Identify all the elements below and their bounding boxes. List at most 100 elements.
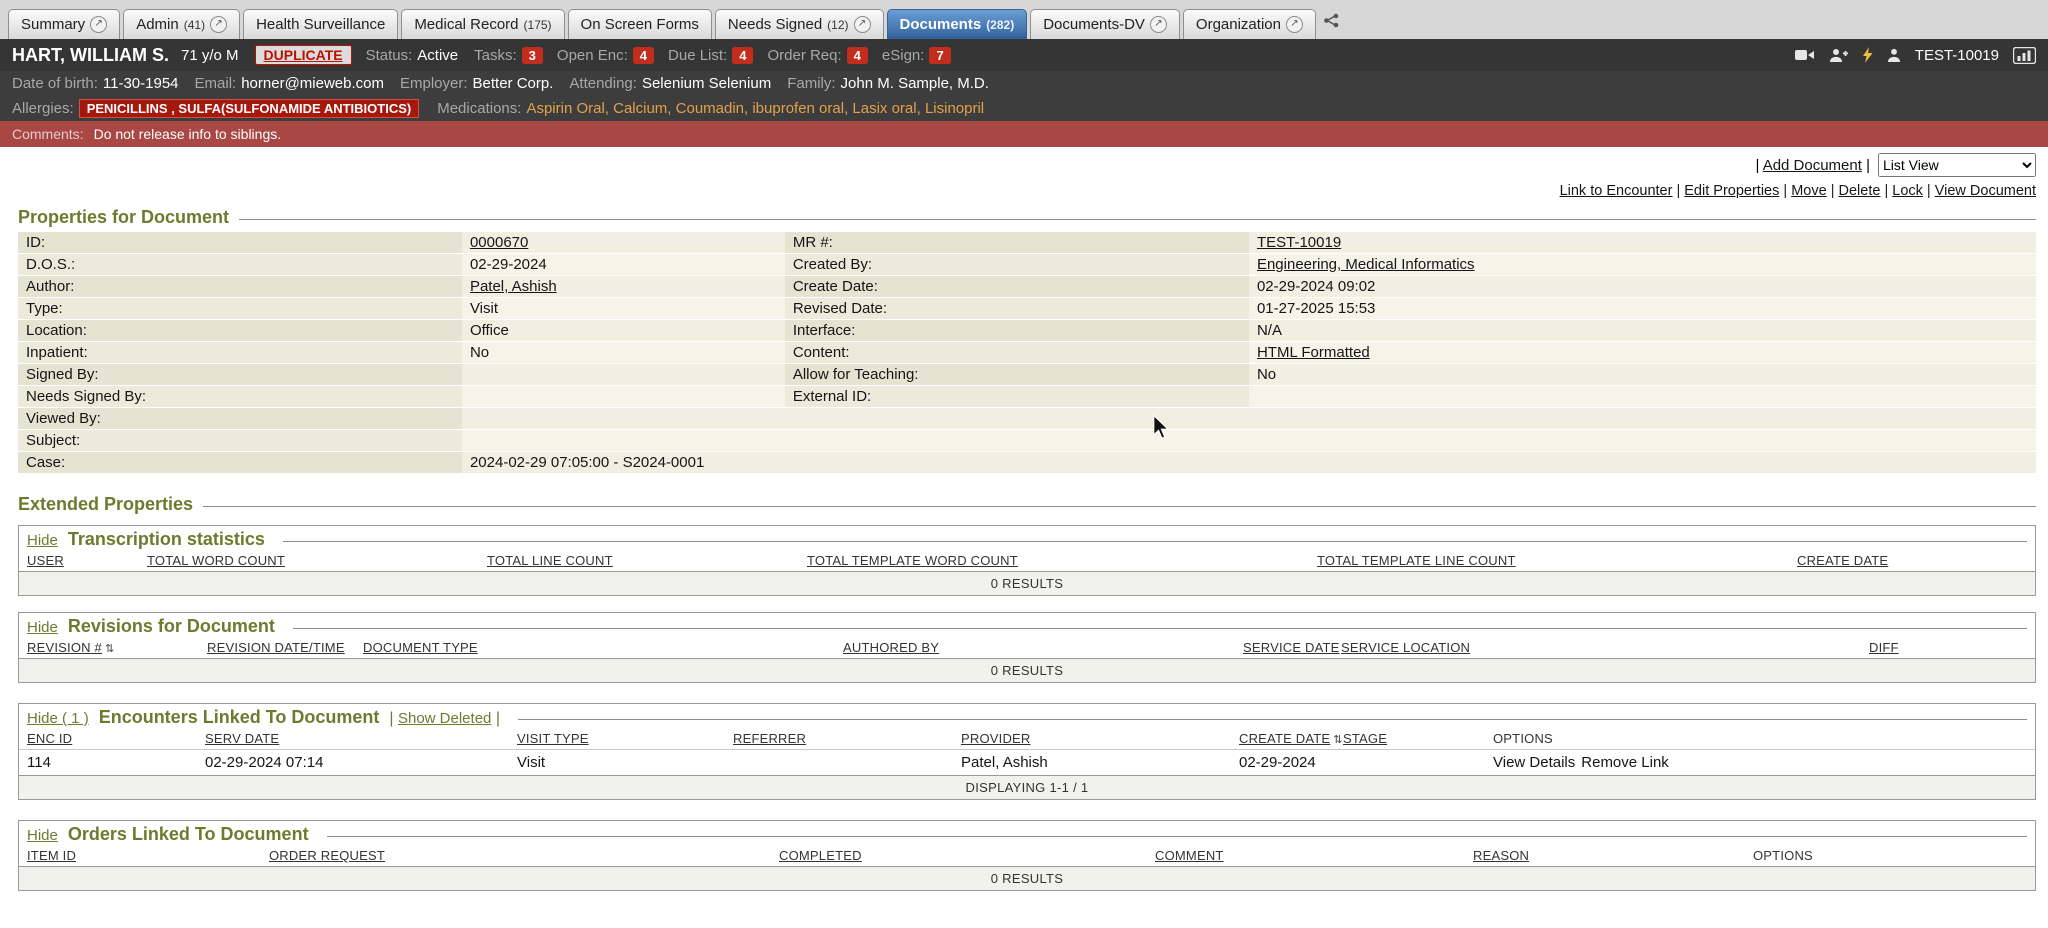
- prop-label: Create Date:: [785, 276, 1249, 297]
- allergy-chip[interactable]: PENICILLINS , SULFA(SULFONAMIDE ANTIBIOT…: [79, 99, 420, 118]
- col-header-referrer[interactable]: REFERRER: [733, 731, 961, 746]
- prop-value: No: [1249, 364, 2036, 385]
- hide-encounters-link[interactable]: Hide ( 1 ): [27, 710, 89, 727]
- col-header-revision-datetime[interactable]: REVISION DATE/TIME: [207, 640, 363, 655]
- col-header-create-date[interactable]: CREATE DATE⇅: [1239, 731, 1343, 746]
- duplicate-badge[interactable]: DUPLICATE: [255, 45, 352, 65]
- encounter-row[interactable]: 114 02-29-2024 07:14 Visit Patel, Ashish…: [19, 749, 2035, 775]
- tab-count: (12): [827, 18, 848, 32]
- open-enc-count-badge[interactable]: 4: [633, 47, 654, 64]
- col-header-reason[interactable]: REASON: [1473, 848, 1753, 863]
- esign-count-badge[interactable]: 7: [929, 47, 950, 64]
- lightning-icon[interactable]: [1862, 47, 1873, 63]
- order-req-count-badge[interactable]: 4: [847, 47, 868, 64]
- col-header-document-type[interactable]: DOCUMENT TYPE: [363, 640, 843, 655]
- hide-orders-link[interactable]: Hide: [27, 827, 58, 844]
- col-header-create-date[interactable]: CREATE DATE: [1797, 553, 2027, 568]
- popup-icon[interactable]: ↗: [1286, 16, 1303, 33]
- col-header-completed[interactable]: COMPLETED: [779, 848, 1155, 863]
- encounters-title: Encounters Linked To Document: [99, 707, 380, 728]
- prop-value: [1249, 386, 2036, 407]
- table-row: Location: Office Interface: N/A: [18, 320, 2036, 341]
- col-header-comment[interactable]: COMMENT: [1155, 848, 1473, 863]
- lock-link[interactable]: Lock: [1892, 183, 1923, 199]
- tasks-count-badge[interactable]: 3: [522, 47, 543, 64]
- patient-name[interactable]: HART, WILLIAM S.: [12, 45, 169, 66]
- col-header-total-line-count[interactable]: TOTAL LINE COUNT: [487, 553, 807, 568]
- col-header-provider[interactable]: PROVIDER: [961, 731, 1239, 746]
- attending-label: Attending:: [569, 75, 637, 92]
- content-format-link[interactable]: HTML Formatted: [1257, 344, 1370, 361]
- due-list-count-badge[interactable]: 4: [732, 47, 753, 64]
- popup-icon[interactable]: ↗: [210, 16, 227, 33]
- view-document-link[interactable]: View Document: [1935, 183, 2036, 199]
- tab-documents-dv[interactable]: Documents-DV ↗: [1030, 9, 1180, 39]
- popup-icon[interactable]: ↗: [90, 16, 107, 33]
- popup-icon[interactable]: ↗: [1150, 16, 1167, 33]
- table-row: Subject:: [18, 430, 2036, 451]
- add-user-icon[interactable]: [1829, 48, 1848, 63]
- col-header-visit-type[interactable]: VISIT TYPE: [517, 731, 733, 746]
- col-header-item-id[interactable]: ITEM ID: [27, 848, 269, 863]
- tab-on-screen-forms[interactable]: On Screen Forms: [568, 9, 712, 39]
- tab-health-surveillance[interactable]: Health Surveillance: [243, 9, 398, 39]
- remove-link-link[interactable]: Remove Link: [1581, 754, 1669, 771]
- prop-label: External ID:: [785, 386, 1249, 407]
- orders-empty-results: 0 RESULTS: [19, 866, 2035, 890]
- tab-organization[interactable]: Organization ↗: [1183, 9, 1316, 39]
- prop-value: [462, 430, 2036, 451]
- patient-id[interactable]: TEST-10019: [1915, 47, 1999, 64]
- revisions-empty-results: 0 RESULTS: [19, 658, 2035, 682]
- col-header-total-template-word-count[interactable]: TOTAL TEMPLATE WORD COUNT: [807, 553, 1317, 568]
- enc-id-cell: 114: [27, 754, 205, 771]
- col-header-options: OPTIONS: [1753, 848, 2027, 863]
- col-header-enc-id[interactable]: ENC ID: [27, 731, 205, 746]
- tab-summary[interactable]: Summary ↗: [8, 9, 120, 39]
- tab-admin[interactable]: Admin (41) ↗: [123, 9, 240, 39]
- col-header-revision-number[interactable]: REVISION #⇅: [27, 640, 207, 655]
- video-camera-icon[interactable]: [1794, 48, 1815, 62]
- tab-label: Medical Record: [414, 16, 518, 33]
- col-header-user[interactable]: USER: [27, 553, 147, 568]
- hide-transcription-link[interactable]: Hide: [27, 532, 58, 549]
- tab-medical-record[interactable]: Medical Record (175): [401, 9, 564, 39]
- medications-list[interactable]: Aspirin Oral, Calcium, Coumadin, ibuprof…: [526, 100, 984, 117]
- col-header-service-location[interactable]: SERVICE LOCATION: [1341, 640, 1869, 655]
- view-select[interactable]: List View: [1878, 153, 2036, 177]
- move-link[interactable]: Move: [1791, 183, 1826, 199]
- share-nodes-icon[interactable]: [1323, 13, 1340, 33]
- col-header-service-date[interactable]: SERVICE DATE: [1243, 640, 1341, 655]
- col-header-total-template-line-count[interactable]: TOTAL TEMPLATE LINE COUNT: [1317, 553, 1797, 568]
- delete-link[interactable]: Delete: [1839, 183, 1881, 199]
- popup-icon[interactable]: ↗: [854, 16, 871, 33]
- document-id-link[interactable]: 0000670: [470, 234, 528, 251]
- show-deleted-link[interactable]: Show Deleted: [398, 710, 491, 727]
- mr-number-link[interactable]: TEST-10019: [1257, 234, 1341, 251]
- sort-icon[interactable]: ⇅: [1333, 733, 1342, 746]
- link-to-encounter-link[interactable]: Link to Encounter: [1560, 183, 1673, 199]
- col-header-authored-by[interactable]: AUTHORED BY: [843, 640, 1243, 655]
- add-document-link[interactable]: Add Document: [1763, 157, 1862, 174]
- col-header-order-request[interactable]: ORDER REQUEST: [269, 848, 779, 863]
- bar-chart-icon[interactable]: [2013, 47, 2036, 64]
- tab-documents[interactable]: Documents (282): [887, 9, 1028, 39]
- email-value[interactable]: horner@mieweb.com: [241, 75, 384, 92]
- col-header-total-word-count[interactable]: TOTAL WORD COUNT: [147, 553, 487, 568]
- family-value: John M. Sample, M.D.: [841, 75, 989, 92]
- sort-icon[interactable]: ⇅: [105, 642, 114, 655]
- hide-revisions-link[interactable]: Hide: [27, 619, 58, 636]
- col-header-stage[interactable]: STAGE: [1343, 731, 1493, 746]
- created-by-link[interactable]: Engineering, Medical Informatics: [1257, 256, 1475, 273]
- prop-label: Content:: [785, 342, 1249, 363]
- prop-value: [462, 408, 2036, 429]
- prop-value: [462, 364, 785, 385]
- col-header-serv-date[interactable]: SERV DATE: [205, 731, 517, 746]
- revisions-box: Hide Revisions for Document REVISION #⇅ …: [18, 612, 2036, 683]
- col-header-diff[interactable]: DIFF: [1869, 640, 2027, 655]
- prop-value: No: [462, 342, 785, 363]
- view-details-link[interactable]: View Details: [1493, 754, 1575, 771]
- edit-properties-link[interactable]: Edit Properties: [1684, 183, 1779, 199]
- due-list-label: Due List:: [668, 47, 727, 64]
- author-link[interactable]: Patel, Ashish: [470, 278, 557, 295]
- tab-needs-signed[interactable]: Needs Signed (12) ↗: [715, 9, 884, 39]
